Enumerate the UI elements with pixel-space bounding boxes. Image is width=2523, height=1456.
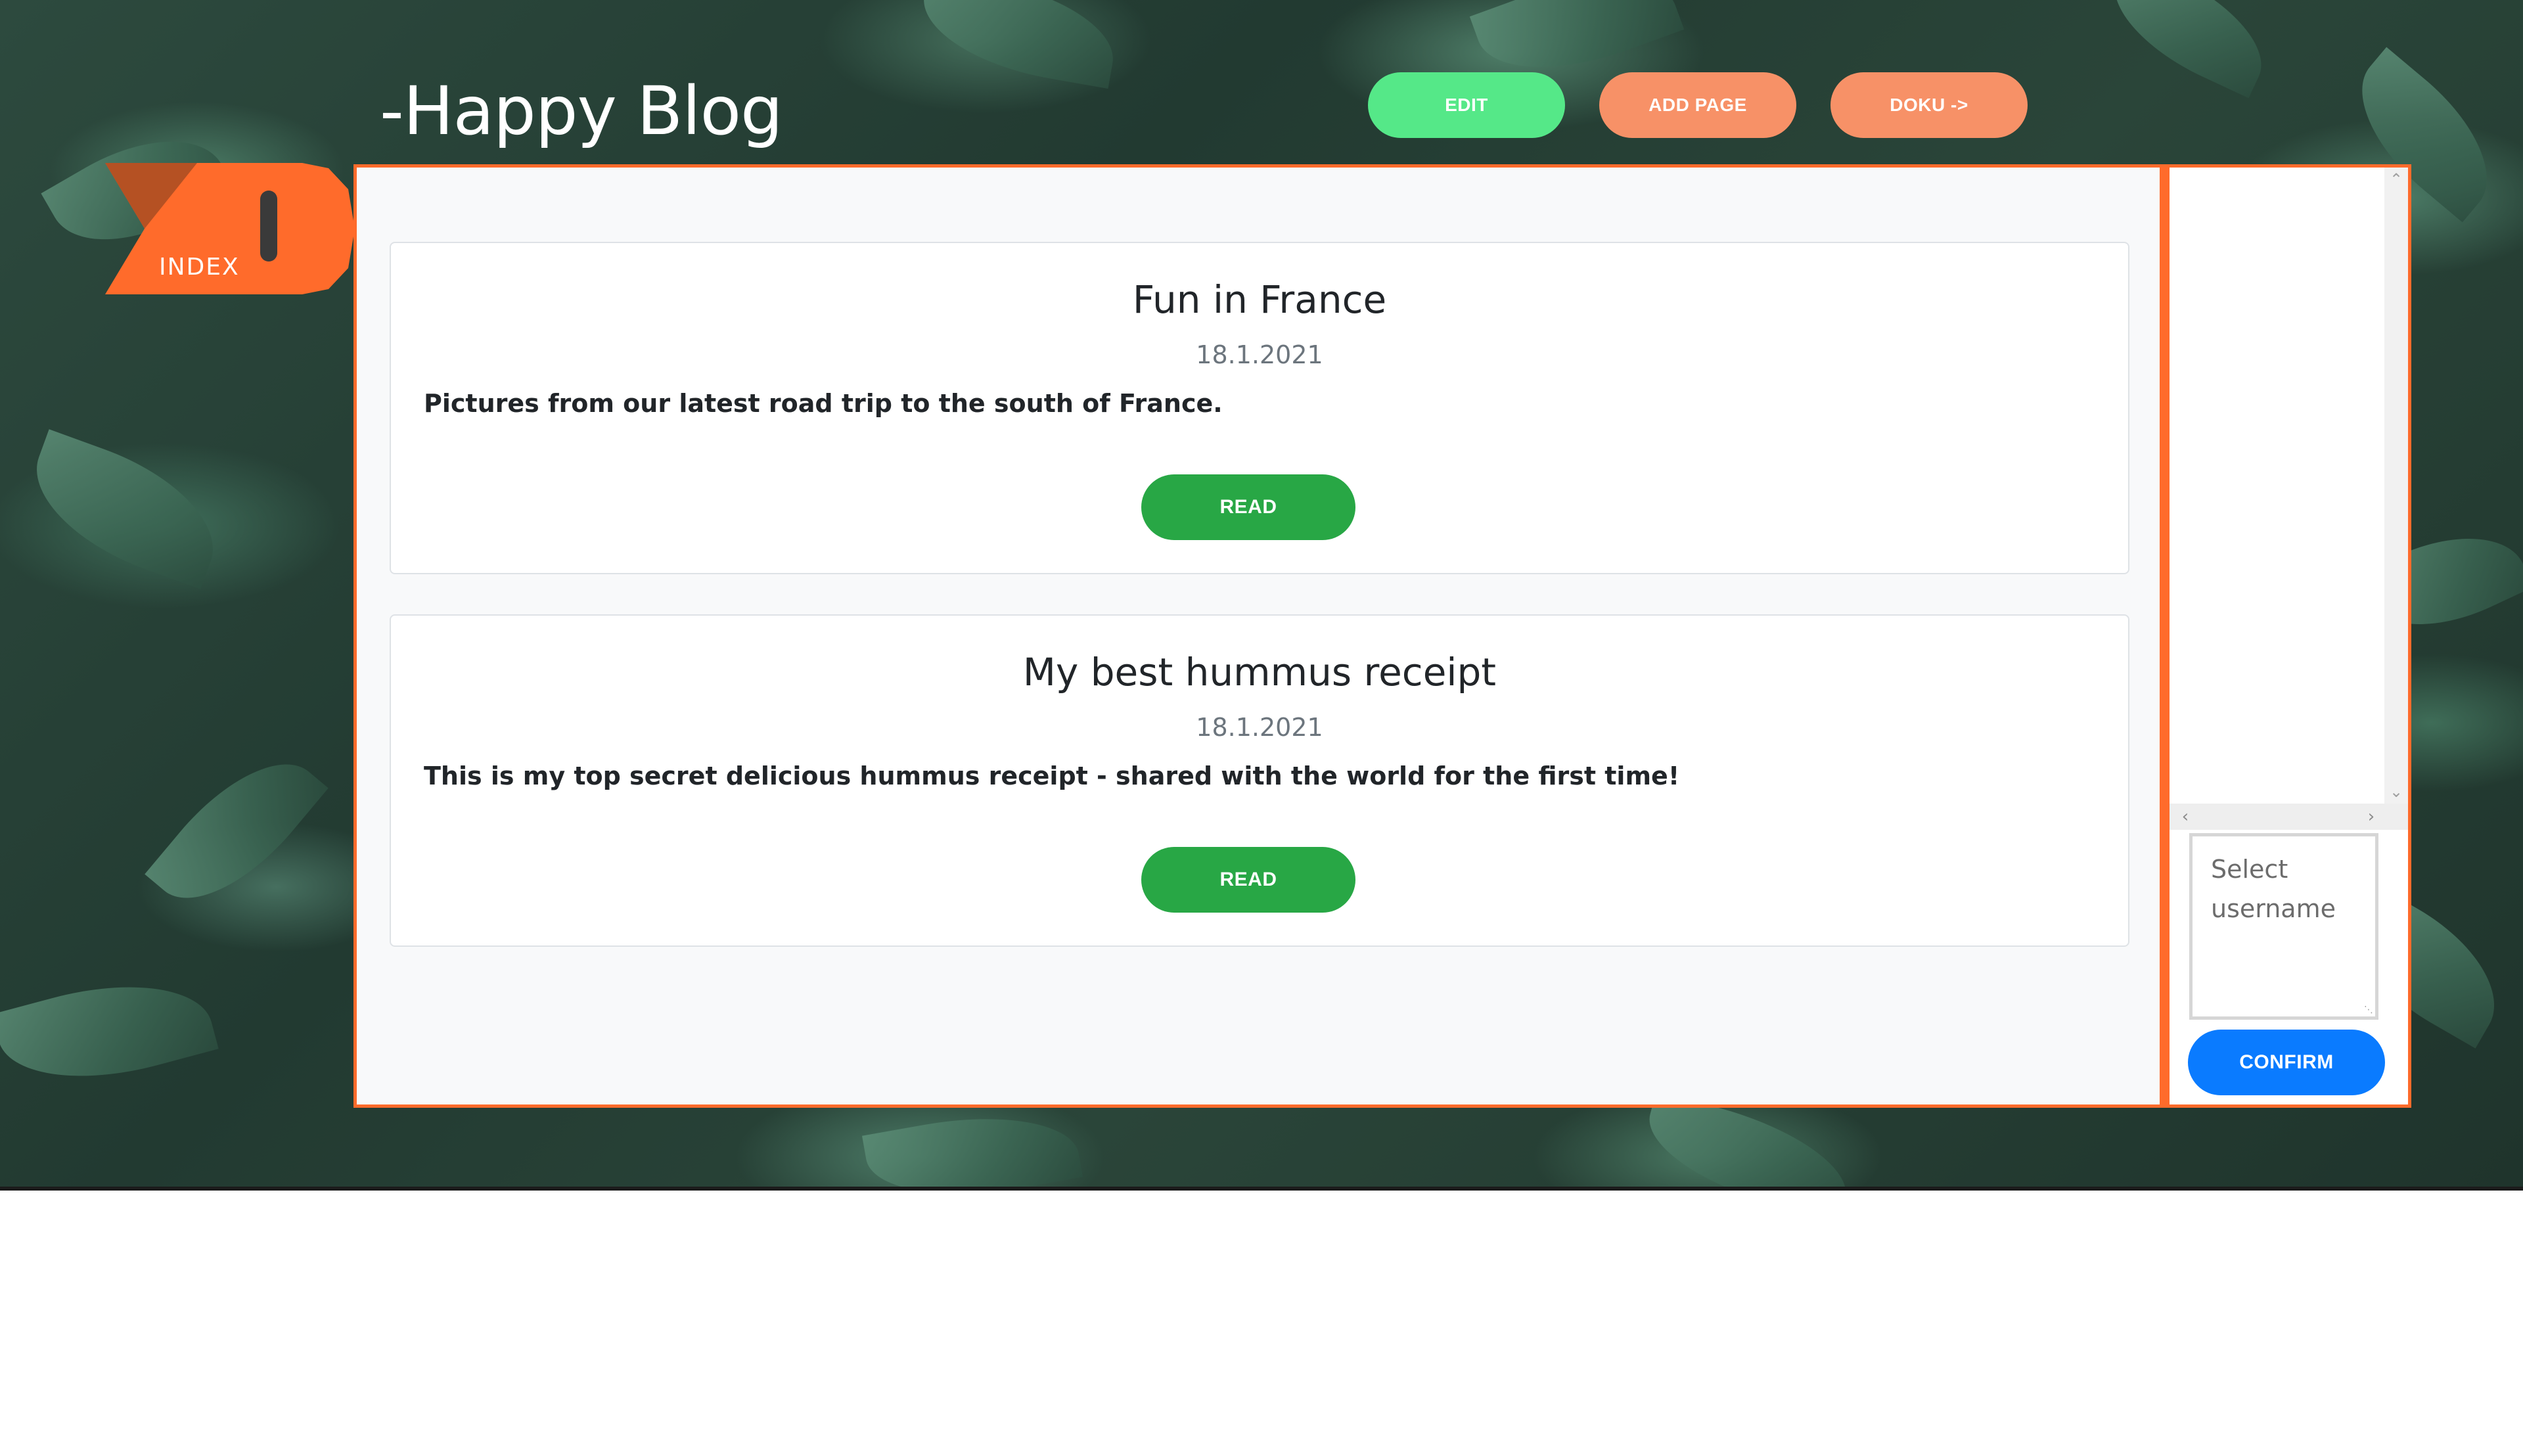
post-title: My best hummus receipt bbox=[1022, 650, 1497, 694]
confirm-button[interactable]: CONFIRM bbox=[2188, 1030, 2385, 1095]
read-button[interactable]: READ bbox=[1141, 847, 1355, 913]
index-tab-handle-icon bbox=[260, 191, 277, 262]
read-button[interactable]: READ bbox=[1141, 474, 1355, 540]
index-tab[interactable]: INDEX bbox=[105, 163, 355, 294]
post-date: 18.1.2021 bbox=[1196, 713, 1323, 742]
post-title: Fun in France bbox=[1132, 277, 1387, 322]
site-title: -Happy Blog bbox=[380, 72, 783, 150]
username-input[interactable] bbox=[2189, 833, 2378, 1020]
index-tab-label: INDEX bbox=[159, 254, 240, 281]
scroll-left-icon[interactable]: ‹ bbox=[2172, 804, 2198, 830]
user-side-panel: ⌃ ⌄ ‹ › ⋱ CONFIRM bbox=[2163, 164, 2411, 1108]
post-date: 18.1.2021 bbox=[1196, 340, 1323, 369]
scroll-down-icon[interactable]: ⌄ bbox=[2384, 780, 2408, 804]
side-scroll-area[interactable]: ⌃ ⌄ ‹ › bbox=[2170, 168, 2408, 831]
resize-grip-icon[interactable]: ⋱ bbox=[2364, 1005, 2375, 1015]
post-card: My best hummus receipt 18.1.2021 This is… bbox=[390, 614, 2129, 947]
scroll-up-icon[interactable]: ⌃ bbox=[2384, 168, 2408, 191]
post-summary: This is my top secret delicious hummus r… bbox=[424, 762, 1680, 790]
page: -Happy Blog EDIT ADD PAGE DOKU -> INDEX … bbox=[0, 0, 2523, 1456]
horizontal-scrollbar[interactable]: ‹ › bbox=[2170, 804, 2408, 830]
scroll-right-icon[interactable]: › bbox=[2358, 804, 2384, 830]
doku-button[interactable]: DOKU -> bbox=[1830, 72, 2028, 138]
vertical-scrollbar[interactable]: ⌃ ⌄ bbox=[2384, 168, 2408, 804]
post-card: Fun in France 18.1.2021 Pictures from ou… bbox=[390, 242, 2129, 574]
background-bottom-edge bbox=[0, 1187, 2523, 1191]
post-summary: Pictures from our latest road trip to th… bbox=[424, 389, 1223, 418]
posts-panel: Fun in France 18.1.2021 Pictures from ou… bbox=[353, 164, 2163, 1108]
edit-button[interactable]: EDIT bbox=[1368, 72, 1565, 138]
add-page-button[interactable]: ADD PAGE bbox=[1599, 72, 1796, 138]
